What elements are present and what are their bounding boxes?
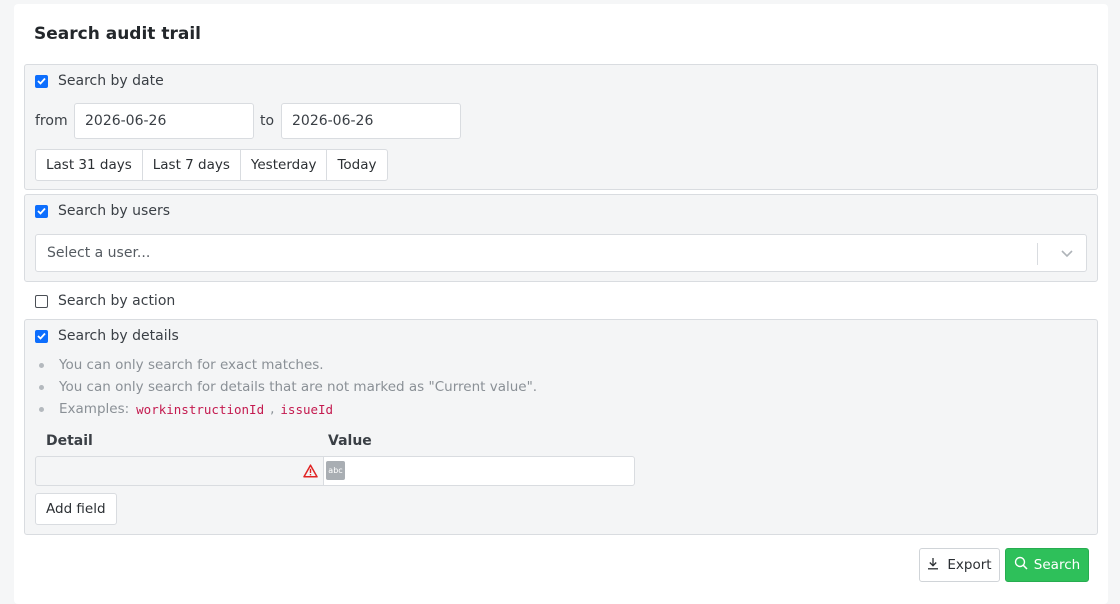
users-toggle[interactable]: Search by users xyxy=(35,203,170,219)
action-checkbox[interactable] xyxy=(35,294,48,308)
list-item: You can only search for exact matches. xyxy=(39,354,537,376)
search-label: Search xyxy=(1033,557,1081,573)
users-panel: Search by users Select a user... xyxy=(24,194,1098,282)
user-select[interactable]: Select a user... xyxy=(35,234,1087,272)
bullet-icon xyxy=(39,406,44,412)
download-icon xyxy=(927,557,939,574)
bullet-icon xyxy=(39,362,44,368)
value-type-chip[interactable]: abc xyxy=(326,461,345,480)
to-label: to xyxy=(260,113,275,129)
details-panel: Search by details You can only search fo… xyxy=(24,319,1098,535)
from-label: from xyxy=(35,113,68,129)
help-note: You can only search for exact matches. xyxy=(59,357,324,373)
detail-field[interactable] xyxy=(35,456,325,486)
user-select-placeholder: Select a user... xyxy=(47,245,151,261)
page-title: Search audit trail xyxy=(34,24,201,44)
details-checkbox[interactable] xyxy=(35,329,48,343)
warning-triangle-icon xyxy=(303,464,318,482)
details-label: Search by details xyxy=(58,328,179,344)
action-label: Search by action xyxy=(58,293,176,309)
examples-label: Examples: xyxy=(59,401,130,417)
users-label: Search by users xyxy=(58,203,170,219)
from-date-input[interactable]: 2026-06-26 xyxy=(74,103,254,139)
date-toggle[interactable]: Search by date xyxy=(35,73,164,89)
details-toggle[interactable]: Search by details xyxy=(35,328,179,344)
date-panel: Search by date from 2026-06-26 to 2026-0… xyxy=(24,64,1098,190)
detail-column-header: Detail xyxy=(46,433,93,449)
last-7-days-button[interactable]: Last 7 days xyxy=(143,150,241,180)
to-date-input[interactable]: 2026-06-26 xyxy=(281,103,461,139)
yesterday-button[interactable]: Yesterday xyxy=(241,150,328,180)
example-token: workinstructionId xyxy=(136,401,265,417)
value-column-header: Value xyxy=(328,433,372,449)
export-button[interactable]: Export xyxy=(919,548,1000,582)
select-separator xyxy=(1037,243,1038,265)
users-checkbox[interactable] xyxy=(35,204,48,218)
action-toggle[interactable]: Search by action xyxy=(35,293,175,309)
audit-trail-card: Search audit trail Search by date from 2… xyxy=(14,4,1108,604)
chevron-down-icon[interactable] xyxy=(1060,246,1074,264)
date-checkbox[interactable] xyxy=(35,74,48,88)
add-field-button[interactable]: Add field xyxy=(35,493,117,525)
list-item: Examples: workinstructionId , issueId xyxy=(39,398,537,420)
list-item: You can only search for details that are… xyxy=(39,376,537,398)
help-note: You can only search for details that are… xyxy=(59,379,538,395)
export-label: Export xyxy=(947,557,992,573)
search-icon xyxy=(1014,556,1028,574)
value-field[interactable]: abc xyxy=(323,456,635,486)
bullet-icon xyxy=(39,384,44,390)
today-button[interactable]: Today xyxy=(327,150,386,180)
example-token: issueId xyxy=(280,401,334,417)
search-button[interactable]: Search xyxy=(1005,548,1089,582)
last-31-days-button[interactable]: Last 31 days xyxy=(36,150,143,180)
date-label: Search by date xyxy=(58,73,164,89)
date-range-buttons: Last 31 days Last 7 days Yesterday Today xyxy=(35,149,388,181)
details-help-list: You can only search for exact matches. Y… xyxy=(39,354,537,420)
